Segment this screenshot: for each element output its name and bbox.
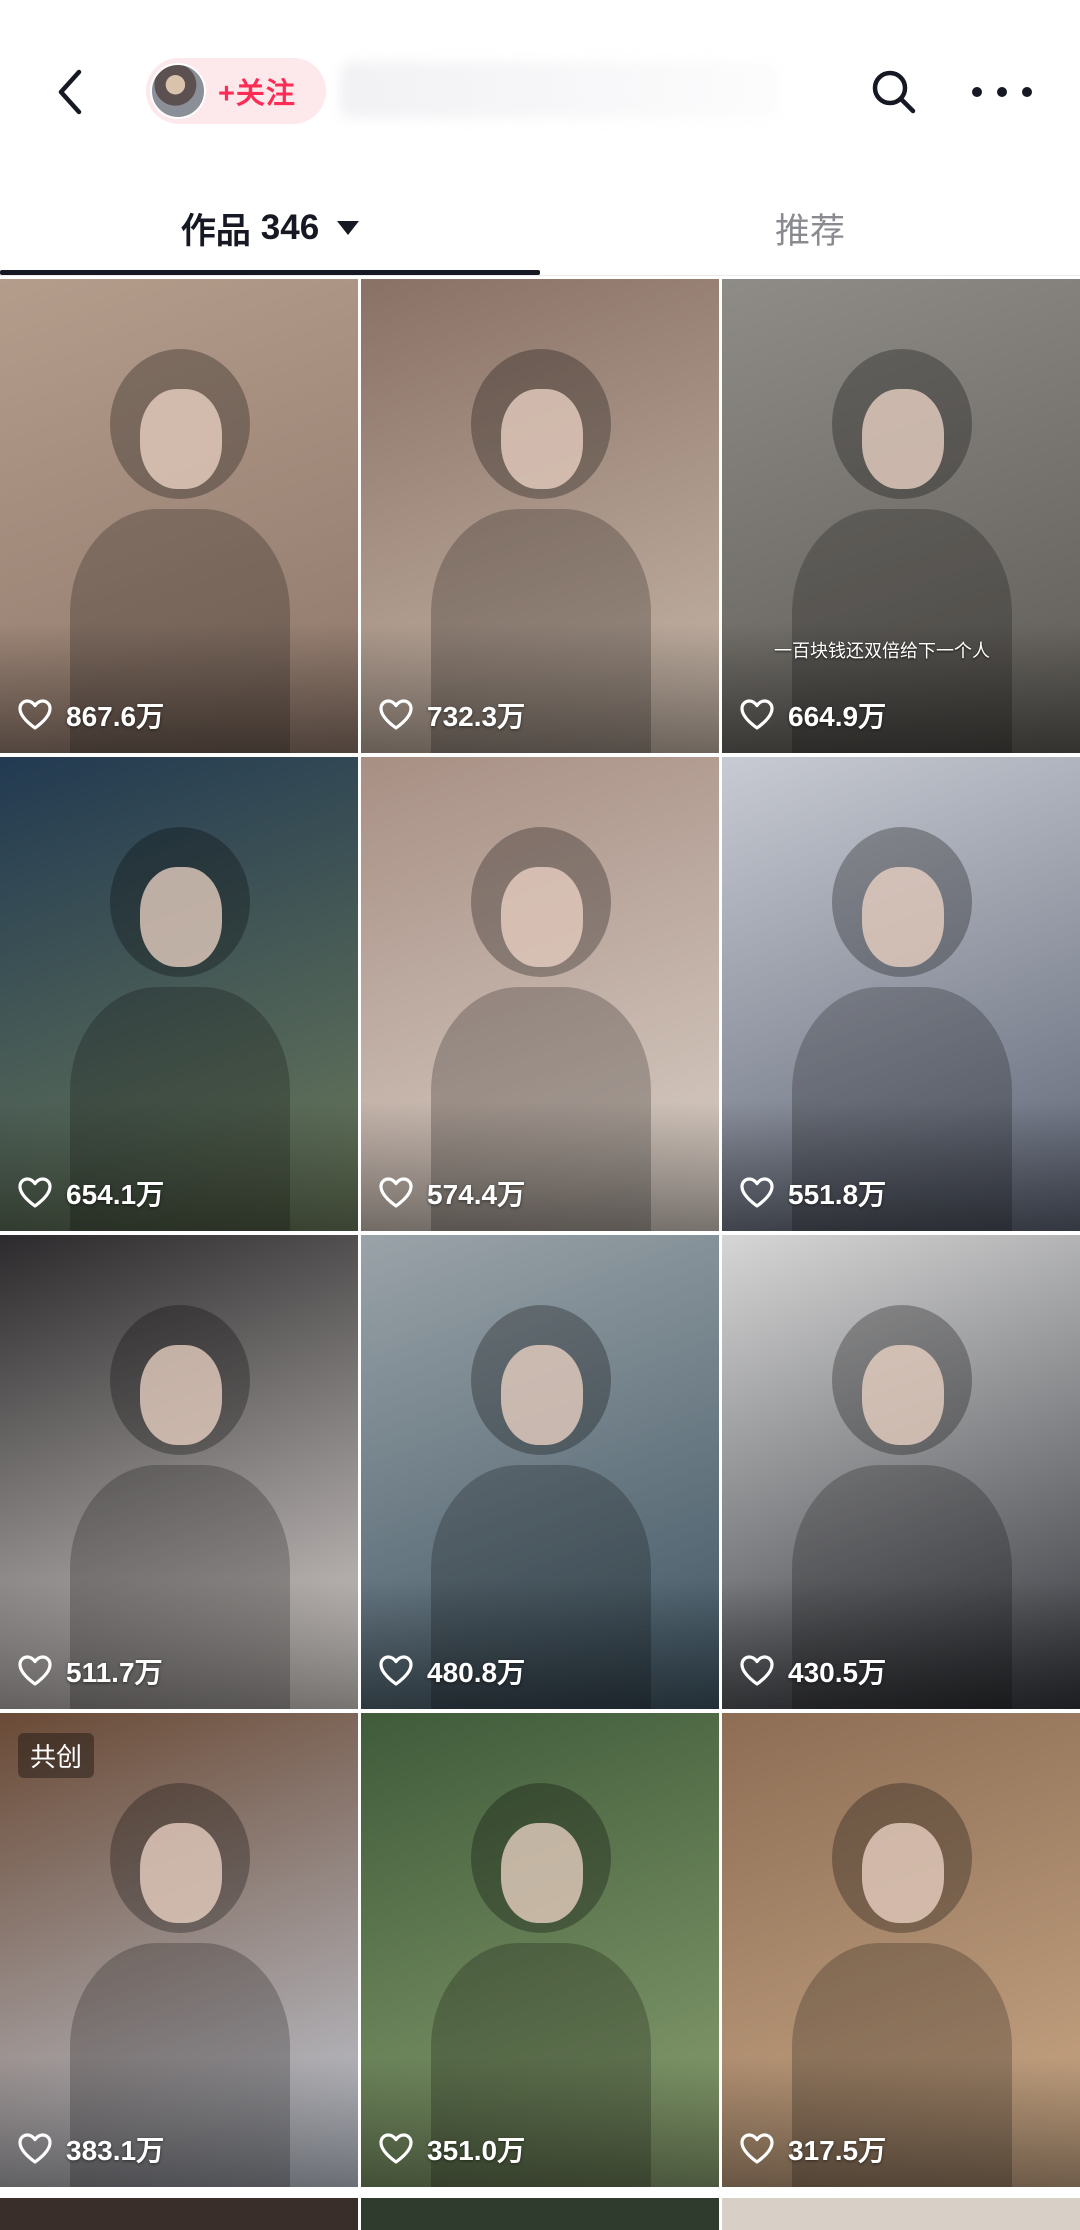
video-thumbnail[interactable]: 574.4万	[361, 757, 719, 1231]
video-thumbnail[interactable]: 511.7万	[0, 1235, 358, 1709]
top-bar: +关注	[0, 0, 1080, 180]
person-face	[140, 867, 222, 967]
heart-icon	[740, 699, 774, 730]
like-count: 317.5万	[740, 2129, 886, 2169]
heart-icon	[740, 1655, 774, 1686]
video-thumbnail[interactable]: 一百块钱还双倍给下一个人 664.9万	[722, 279, 1080, 753]
video-thumbnail[interactable]: 480.8万	[361, 1235, 719, 1709]
video-caption: 一百块钱还双倍给下一个人	[774, 641, 990, 661]
video-thumbnail[interactable]: 351.0万	[361, 1713, 719, 2187]
blurred-title	[340, 62, 780, 118]
more-icon	[972, 87, 982, 97]
video-thumbnail[interactable]: 共创 383.1万	[0, 1713, 358, 2187]
more-icon-dot	[997, 87, 1007, 97]
video-thumbnail-peek[interactable]	[722, 2198, 1080, 2230]
person-face	[862, 1823, 944, 1923]
avatar[interactable]	[150, 63, 206, 119]
like-count: 480.8万	[379, 1651, 525, 1691]
follow-label: +关注	[218, 78, 296, 110]
heart-icon	[379, 699, 413, 730]
person-face	[501, 389, 583, 489]
heart-icon	[18, 1655, 52, 1686]
heart-icon	[379, 1655, 413, 1686]
active-tab-indicator	[0, 270, 540, 275]
video-thumbnail[interactable]: 430.5万	[722, 1235, 1080, 1709]
video-grid: 867.6万 732.3万 一百块钱还双倍给下一个人 664.9万 654.1万 574.…	[0, 279, 1080, 2187]
video-thumbnail-peek[interactable]	[0, 2198, 358, 2230]
tab-recommend[interactable]: 推荐	[540, 180, 1080, 276]
like-count-value: 867.6万	[66, 701, 165, 732]
person-face	[140, 1345, 222, 1445]
like-count-value: 383.1万	[66, 2135, 165, 2166]
tab-works-label: 作品	[180, 211, 251, 251]
person-face	[140, 389, 222, 489]
heart-icon	[740, 2133, 774, 2164]
like-count-value: 430.5万	[788, 1657, 887, 1688]
person-face	[501, 1823, 583, 1923]
like-count-value: 511.7万	[66, 1657, 163, 1688]
person-face	[862, 1345, 944, 1445]
like-count-value: 664.9万	[788, 701, 887, 732]
like-count: 511.7万	[18, 1651, 163, 1691]
more-icon-dot	[1022, 87, 1032, 97]
like-count-value: 732.3万	[427, 701, 526, 732]
like-count-value: 654.1万	[66, 1179, 165, 1210]
tab-recommend-label: 推荐	[774, 211, 845, 251]
person-face	[140, 1823, 222, 1923]
next-row-peek	[0, 2198, 1080, 2230]
search-button[interactable]	[868, 66, 920, 118]
back-button[interactable]	[44, 62, 96, 122]
search-icon	[872, 70, 916, 114]
like-count-value: 551.8万	[788, 1179, 887, 1210]
like-count: 867.6万	[18, 695, 164, 735]
caret-down-icon[interactable]	[337, 221, 360, 235]
video-thumbnail[interactable]: 654.1万	[0, 757, 358, 1231]
video-thumbnail-peek[interactable]	[361, 2198, 719, 2230]
like-count: 351.0万	[379, 2129, 525, 2169]
heart-icon	[379, 1177, 413, 1208]
heart-icon	[18, 699, 52, 730]
like-count: 574.4万	[379, 1173, 525, 1213]
like-count: 430.5万	[740, 1651, 886, 1691]
video-thumbnail[interactable]: 867.6万	[0, 279, 358, 753]
like-count: 551.8万	[740, 1173, 886, 1213]
heart-icon	[379, 2133, 413, 2164]
like-count: 383.1万	[18, 2129, 164, 2169]
heart-icon	[740, 1177, 774, 1208]
video-thumbnail[interactable]: 317.5万	[722, 1713, 1080, 2187]
co-creation-badge: 共创	[18, 1733, 95, 1778]
tab-works[interactable]: 作品 346	[0, 180, 540, 276]
like-count: 654.1万	[18, 1173, 164, 1213]
video-thumbnail[interactable]: 732.3万	[361, 279, 719, 753]
heart-icon	[18, 1177, 52, 1208]
like-count-value: 351.0万	[427, 2135, 526, 2166]
heart-icon	[18, 2133, 52, 2164]
person-face	[501, 1345, 583, 1445]
follow-button[interactable]: +关注	[146, 58, 326, 124]
works-count: 346	[260, 208, 320, 247]
person-face	[862, 867, 944, 967]
like-count-value: 317.5万	[788, 2135, 887, 2166]
like-count: 664.9万	[740, 695, 886, 735]
person-face	[501, 867, 583, 967]
person-face	[862, 389, 944, 489]
like-count-value: 480.8万	[427, 1657, 526, 1688]
like-count: 732.3万	[379, 695, 525, 735]
profile-tabs: 作品 346 推荐	[0, 180, 1080, 276]
video-thumbnail[interactable]: 551.8万	[722, 757, 1080, 1231]
like-count-value: 574.4万	[427, 1179, 526, 1210]
back-arrow-icon	[58, 69, 82, 115]
more-button[interactable]	[972, 74, 1032, 110]
